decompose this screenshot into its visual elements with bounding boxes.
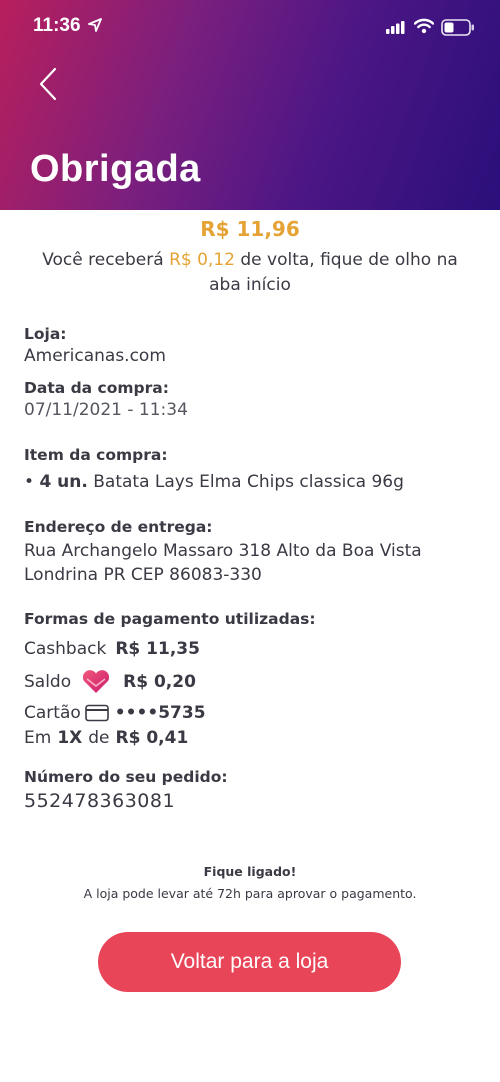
order-number-label: Número do seu pedido:	[24, 768, 228, 786]
status-bar: 11:36	[0, 0, 500, 54]
payment-balance-label: Saldo	[24, 672, 72, 692]
total-amount: R$ 11,96	[200, 217, 300, 241]
item-name: Batata Lays Elma Chips classica 96g	[93, 472, 404, 492]
wifi-icon	[414, 18, 434, 34]
payment-card: Cartão ••••5735	[24, 703, 206, 723]
payment-label: Formas de pagamento utilizadas:	[24, 610, 316, 628]
location-arrow-icon	[88, 18, 102, 32]
installments-count: 1X	[57, 728, 83, 748]
status-time: 11:36	[33, 15, 81, 36]
item-line: • 4 un. Batata Lays Elma Chips classica …	[24, 472, 404, 492]
page-title: Obrigada	[30, 148, 201, 190]
cashback-message-suffix: de volta, fique de olho na aba início	[209, 250, 458, 295]
back-button[interactable]	[30, 62, 70, 106]
payment-cashback-label: Cashback	[24, 639, 107, 659]
cashback-value: R$ 0,12	[169, 250, 235, 270]
store-value: Americanas.com	[24, 346, 166, 366]
installments-value: R$ 0,41	[115, 728, 189, 748]
item-quantity: 4 un.	[39, 472, 88, 492]
payment-card-label: Cartão	[24, 703, 81, 723]
purchase-date-value: 07/11/2021 - 11:34	[24, 400, 188, 420]
payment-balance: Saldo R$ 0,20	[24, 669, 196, 695]
notice-text: A loja pode levar até 72h para aprovar o…	[83, 886, 417, 901]
chevron-left-icon	[39, 67, 57, 101]
payment-balance-value: R$ 0,20	[123, 672, 196, 692]
credit-card-icon	[84, 704, 109, 722]
address-line-1: Rua Archangelo Massaro 318 Alto da Boa V…	[24, 541, 422, 561]
header: 11:36 Obrigada	[0, 0, 500, 210]
address-label: Endereço de entrega:	[24, 518, 213, 536]
payment-cashback-value: R$ 11,35	[115, 639, 200, 659]
address-line-2: Londrina PR CEP 86083-330	[24, 565, 262, 585]
battery-icon	[441, 19, 474, 36]
item-bullet: •	[24, 472, 35, 492]
item-label: Item da compra:	[24, 446, 168, 464]
heart-wallet-icon	[83, 670, 110, 693]
installments-prefix: Em	[24, 728, 52, 748]
installments-mid: de	[88, 728, 110, 748]
payment-card-number: ••••5735	[114, 703, 206, 723]
back-to-store-button[interactable]: Voltar para a loja	[98, 932, 401, 992]
notice-title: Fique ligado!	[203, 864, 297, 879]
order-number: 552478363081	[24, 790, 176, 812]
payment-cashback: Cashback R$ 11,35	[24, 639, 200, 659]
cashback-message-prefix: Você receberá	[42, 250, 164, 270]
signal-icon	[386, 21, 405, 34]
payment-installments: Em 1X de R$ 0,41	[24, 728, 188, 748]
store-label: Loja:	[24, 325, 67, 343]
purchase-date-label: Data da compra:	[24, 379, 169, 397]
cashback-message: Você receberá R$ 0,12 de volta, fique de…	[30, 248, 470, 298]
